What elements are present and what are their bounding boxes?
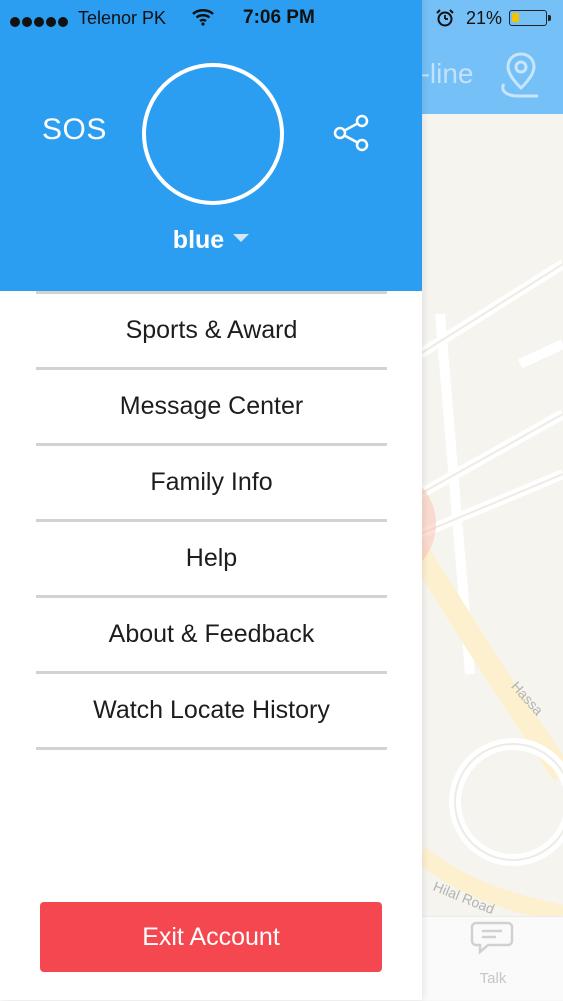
status-time: 7:06 PM: [243, 7, 315, 28]
alarm-clock-icon: [436, 9, 454, 27]
menu-item-family-info[interactable]: Family Info: [36, 446, 387, 522]
chevron-down-icon: [233, 234, 250, 243]
device-avatar[interactable]: [142, 63, 284, 205]
drawer-scrim[interactable]: [422, 0, 563, 1000]
status-bar: Telenor PK 7:06 PM 21%: [0, 0, 563, 40]
menu-item-help[interactable]: Help: [36, 522, 387, 598]
battery-level-fill: [512, 13, 519, 22]
wifi-icon: [192, 9, 214, 26]
side-drawer: SOS blue Sports & Award Message Center F…: [0, 0, 422, 1000]
signal-dots-icon: [10, 12, 70, 32]
menu-item-message-center[interactable]: Message Center: [36, 370, 387, 446]
menu-item-about-feedback[interactable]: About & Feedback: [36, 598, 387, 674]
device-selector-dropdown[interactable]: blue: [0, 226, 422, 255]
battery-icon: [509, 10, 551, 26]
drawer-menu: Sports & Award Message Center Family Inf…: [36, 291, 387, 750]
exit-account-button[interactable]: Exit Account: [40, 902, 382, 972]
menu-item-watch-locate-history[interactable]: Watch Locate History: [36, 674, 387, 750]
menu-item-sports-award[interactable]: Sports & Award: [36, 294, 387, 370]
battery-percentage: 21%: [466, 8, 503, 28]
share-icon[interactable]: [331, 113, 371, 153]
carrier-name: Telenor PK: [78, 8, 167, 28]
drawer-header: SOS blue: [0, 0, 422, 291]
device-name: blue: [172, 226, 225, 254]
sos-button[interactable]: SOS: [42, 113, 107, 147]
